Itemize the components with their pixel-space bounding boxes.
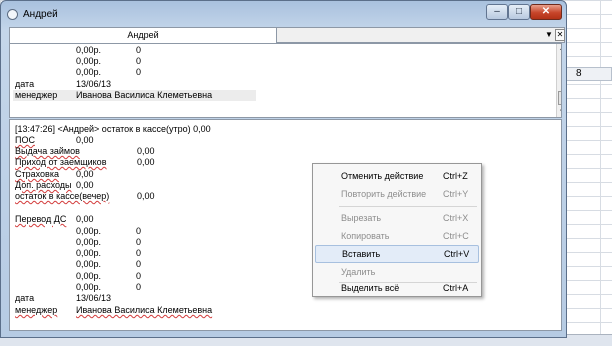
- close-button[interactable]: ✕: [530, 4, 562, 20]
- history-pane[interactable]: 0,00р. 0 0,00р. 0 0,00р. 0 дата 13/06/13…: [9, 43, 562, 118]
- value-row: 0,00р. 0: [10, 282, 310, 293]
- report-line: Приход от заемщиков 0,00: [10, 157, 310, 168]
- tab-dropdown-icon[interactable]: ▼: [544, 29, 554, 41]
- report-line: остаток в кассе(вечер) 0,00: [10, 191, 310, 202]
- row-count: 0: [136, 237, 142, 247]
- manager-value: Иванова Василиса Клеметьевна: [76, 305, 213, 315]
- menu-item-shortcut: Ctrl+V: [444, 249, 470, 259]
- menu-separator: [339, 206, 477, 207]
- menu-item-shortcut: Ctrl+Z: [443, 171, 468, 181]
- row-count: 0: [136, 45, 142, 55]
- tab-bar: Андрей ▼ ✕: [9, 27, 565, 43]
- row-count: 0: [136, 67, 142, 77]
- value-row: 0,00р. 0: [10, 271, 310, 282]
- menu-item-copy[interactable]: Копировать Ctrl+C: [315, 227, 479, 245]
- line-value: 0,00: [137, 191, 155, 201]
- manager-label: менеджер: [15, 90, 58, 100]
- manager-row: менеджер Иванова Василиса Клеметьевна: [13, 90, 256, 101]
- row-amount: 0,00р.: [76, 226, 102, 236]
- row-amount: 0,00р.: [76, 56, 102, 66]
- window-icon: [7, 9, 18, 20]
- menu-item-shortcut: Ctrl+Y: [443, 189, 469, 199]
- menu-item-undo[interactable]: Отменить действие Ctrl+Z: [315, 167, 479, 185]
- row-amount: 0,00р.: [76, 237, 102, 247]
- row-count: 0: [136, 259, 142, 269]
- line-value: 0,00: [76, 135, 94, 145]
- manager-label: менеджер: [15, 305, 58, 315]
- value-row: 0,00р. 0: [10, 226, 310, 237]
- scroll-up-icon[interactable]: ▲: [557, 44, 561, 54]
- menu-item-label: Выделить всё: [341, 283, 400, 293]
- vertical-scrollbar[interactable]: ▲ ▼: [556, 44, 561, 117]
- row-count: 0: [136, 56, 142, 66]
- menu-item-cut[interactable]: Вырезать Ctrl+X: [315, 209, 479, 227]
- value-row: 0,00р. 0: [10, 45, 510, 56]
- date-label: дата: [15, 293, 35, 303]
- menu-item-redo[interactable]: Повторить действие Ctrl+Y: [315, 185, 479, 203]
- tab-close-icon[interactable]: ✕: [555, 29, 565, 41]
- value-row: 0,00р. 0: [10, 56, 510, 67]
- manager-value: Иванова Василиса Клеметьевна: [76, 90, 213, 100]
- report-line: Выдача займов 0,00: [10, 146, 310, 157]
- context-menu: Отменить действие Ctrl+Z Повторить дейст…: [312, 163, 482, 297]
- column-label: 8: [576, 68, 582, 79]
- column-header: [560, 67, 612, 81]
- report-header-text: [13:47:26] <Андрей> остаток в кассе(утро…: [15, 124, 211, 134]
- date-row: дата 13/06/13: [10, 293, 310, 304]
- menu-item-shortcut: Ctrl+X: [443, 213, 469, 223]
- report-line: Доп. расходы 0,00: [10, 180, 310, 191]
- menu-item-paste[interactable]: Вставить Ctrl+V: [315, 245, 479, 263]
- date-value: 13/06/13: [76, 293, 112, 303]
- scroll-thumb[interactable]: [558, 91, 561, 105]
- value-row: 0,00р. 0: [10, 259, 310, 270]
- menu-item-shortcut: Ctrl+A: [443, 283, 469, 293]
- line-value: 0,00: [137, 157, 155, 167]
- transfer-label: Перевод ДС: [15, 214, 67, 224]
- manager-row: менеджер Иванова Василиса Клеметьевна: [10, 305, 310, 316]
- transfer-row: Перевод ДС 0,00: [10, 214, 310, 225]
- date-label: дата: [15, 79, 35, 89]
- line-label: Доп. расходы: [15, 180, 72, 190]
- line-label: остаток в кассе(вечер): [15, 191, 110, 201]
- maximize-button[interactable]: □: [508, 4, 530, 20]
- row-amount: 0,00р.: [76, 45, 102, 55]
- line-label: Выдача займов: [15, 146, 80, 156]
- window-title: Андрей: [23, 9, 58, 20]
- line-value: 0,00: [137, 146, 155, 156]
- date-value: 13/06/13: [76, 79, 112, 89]
- row-amount: 0,00р.: [76, 259, 102, 269]
- menu-item-label: Вырезать: [341, 213, 382, 223]
- line-label: Приход от заемщиков: [15, 157, 107, 167]
- date-row: дата 13/06/13: [10, 79, 510, 90]
- value-row: 0,00р. 0: [10, 67, 510, 78]
- row-count: 0: [136, 248, 142, 258]
- line-value: 0,00: [76, 180, 94, 190]
- row-amount: 0,00р.: [76, 67, 102, 77]
- report-line: ПОС 0,00: [10, 135, 310, 146]
- value-row: 0,00р. 0: [10, 248, 310, 259]
- line-value: 0,00: [76, 169, 94, 179]
- report-header: [13:47:26] <Андрей> остаток в кассе(утро…: [10, 124, 550, 135]
- value-row: 0,00р. 0: [10, 237, 310, 248]
- row-amount: 0,00р.: [76, 271, 102, 281]
- line-label: ПОС: [15, 135, 35, 145]
- scroll-down-icon[interactable]: ▼: [557, 107, 561, 117]
- menu-item-label: Копировать: [341, 231, 390, 241]
- minimize-button[interactable]: –: [486, 4, 508, 20]
- row-count: 0: [136, 271, 142, 281]
- report-line: Страховка 0,00: [10, 169, 310, 180]
- transfer-value: 0,00: [76, 214, 94, 224]
- line-label: Страховка: [15, 169, 59, 179]
- menu-item-label: Вставить: [342, 249, 381, 259]
- menu-item-shortcut: Ctrl+C: [443, 231, 469, 241]
- menu-item-label: Повторить действие: [341, 189, 427, 199]
- row-count: 0: [136, 226, 142, 236]
- menu-item-label: Отменить действие: [341, 171, 424, 181]
- menu-item-select-all[interactable]: Выделить всё Ctrl+A: [315, 279, 479, 297]
- row-count: 0: [136, 282, 142, 292]
- tab-andrey[interactable]: Андрей: [10, 28, 277, 43]
- row-amount: 0,00р.: [76, 282, 102, 292]
- row-amount: 0,00р.: [76, 248, 102, 258]
